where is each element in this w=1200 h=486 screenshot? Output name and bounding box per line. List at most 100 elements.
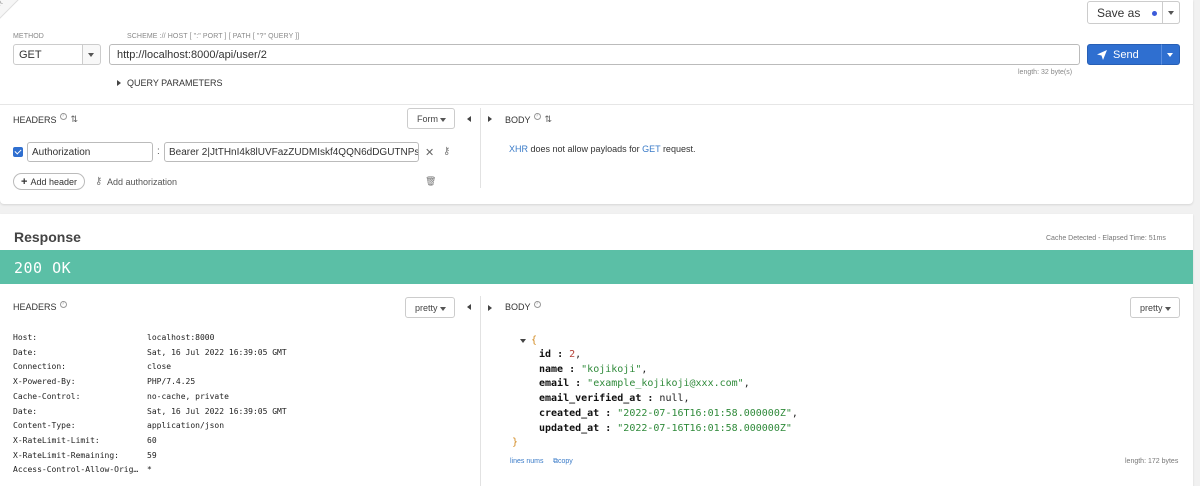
expand-icon[interactable] (488, 305, 492, 311)
help-icon[interactable]: ? (59, 300, 67, 308)
response-headers-format-select[interactable]: pretty (405, 297, 455, 318)
add-header-button[interactable]: + Add header (13, 173, 85, 190)
headers-mode-select[interactable]: Form (407, 108, 455, 129)
method-dropdown[interactable] (82, 44, 101, 65)
query-parameters-label: QUERY PARAMETERS (127, 78, 223, 88)
close-icon[interactable]: ✕ (425, 146, 434, 159)
save-as-dropdown[interactable] (1162, 1, 1180, 24)
response-header-value: 60 (147, 435, 157, 445)
splitter[interactable] (480, 108, 481, 188)
json-separator: : (563, 363, 582, 375)
collapse-json-icon[interactable] (520, 339, 526, 343)
json-comma: , (791, 407, 798, 419)
body-note-end: request. (660, 144, 696, 154)
sort-icon[interactable]: ⇅ (545, 114, 553, 125)
send-dropdown[interactable] (1161, 44, 1180, 65)
corner-ribbon-label: DR (0, 0, 5, 12)
sort-icon[interactable]: ⇅ (71, 114, 79, 125)
json-close-brace: } (512, 437, 519, 448)
status-code: 200 OK (14, 259, 72, 277)
expand-icon[interactable] (488, 116, 492, 122)
copy-button[interactable]: ⧉copy (553, 458, 573, 466)
send-icon (1097, 49, 1107, 60)
help-icon[interactable]: ? (59, 113, 67, 120)
response-header-value: 59 (147, 450, 157, 460)
splitter[interactable] (480, 296, 481, 486)
response-header-value: * (147, 465, 152, 475)
json-comma: , (743, 378, 750, 390)
json-field: email : "example_kojikoji@xxx.com", (539, 378, 750, 389)
body-payload-note: XHR does not allow payloads for GET requ… (509, 144, 695, 154)
json-open-brace: { (531, 335, 538, 346)
json-value: "2022-07-16T16:01:58.000000Z" (617, 407, 792, 419)
json-key: updated_at (539, 422, 600, 434)
request-body-label: BODY (505, 114, 531, 125)
json-key: created_at (539, 407, 600, 419)
line-numbers-toggle[interactable]: lines nums (510, 458, 543, 465)
key-icon: ⚷ (95, 176, 103, 187)
header-value-input[interactable] (164, 142, 419, 162)
request-panel: DR (0, 0, 1193, 204)
request-body-title: BODY ? ⇅ (505, 113, 553, 125)
json-separator: : (551, 349, 570, 360)
trash-icon[interactable]: 🗑 (425, 176, 436, 187)
body-note-text: does not allow payloads for (528, 144, 643, 154)
response-header-name: Connection: (13, 362, 66, 372)
json-separator: : (569, 378, 588, 390)
response-header-value: application/json (147, 421, 225, 431)
header-enabled-checkbox[interactable] (13, 147, 23, 157)
help-icon[interactable]: ? (533, 113, 541, 120)
json-separator: : (599, 422, 618, 434)
response-header-value: Sat, 16 Jul 2022 16:39:05 GMT (147, 406, 287, 416)
send-button[interactable]: Send (1087, 44, 1162, 65)
response-body-format-select[interactable]: pretty (1130, 297, 1180, 318)
url-scheme-label: SCHEME :// HOST [ ":" PORT ] [ PATH [ "?… (127, 33, 300, 40)
json-separator: : (641, 393, 660, 405)
response-header-name: Date: (13, 347, 38, 357)
body-length: length: 172 bytes (1125, 458, 1179, 465)
response-header-name: Cache-Control: (13, 391, 81, 401)
header-name-input[interactable] (27, 142, 153, 162)
json-comma: , (641, 363, 648, 375)
json-field: created_at : "2022-07-16T16:01:58.000000… (539, 408, 798, 419)
response-header-name: Access-Control-Allow-Orig… (13, 465, 139, 475)
response-header-value: close (147, 362, 172, 372)
response-header-name: Host: (13, 333, 38, 342)
query-parameters-toggle[interactable]: QUERY PARAMETERS (117, 78, 223, 88)
response-header-name: Content-Type: (13, 421, 76, 431)
response-body-title: BODY ? (505, 300, 541, 312)
get-link[interactable]: GET (642, 144, 660, 154)
key-icon[interactable]: ⚷ (443, 146, 450, 157)
response-header-value: Sat, 16 Jul 2022 16:39:05 GMT (147, 347, 287, 357)
header-separator: : (157, 146, 160, 157)
xhr-link[interactable]: XHR (509, 144, 528, 154)
url-input[interactable] (109, 44, 1080, 65)
collapse-left-icon[interactable] (467, 116, 471, 122)
add-authorization-link[interactable]: Add authorization (107, 177, 177, 187)
chevron-down-icon (88, 53, 94, 57)
json-field: id : 2, (539, 349, 581, 360)
json-comma: , (575, 349, 582, 360)
chevron-down-icon (440, 307, 446, 311)
json-comma: , (683, 393, 690, 405)
collapse-left-icon[interactable] (467, 304, 471, 310)
response-headers-label: HEADERS (13, 302, 57, 312)
response-header-value: no-cache, private (147, 391, 229, 401)
json-value: "2022-07-16T16:01:58.000000Z" (617, 422, 792, 434)
json-value: "kojikoji" (581, 363, 642, 375)
response-header-name: X-RateLimit-Limit: (13, 435, 100, 445)
json-field: updated_at : "2022-07-16T16:01:58.000000… (539, 423, 792, 434)
corner-ribbon: DR (0, 0, 22, 22)
json-separator: : (599, 407, 618, 419)
json-key: id (539, 349, 552, 360)
request-headers-label: HEADERS (13, 114, 57, 125)
chevron-down-icon (1165, 307, 1171, 311)
send-label: Send (1113, 48, 1139, 61)
headers-mode-label: Form (417, 114, 438, 124)
divider (0, 104, 1193, 105)
help-icon[interactable]: ? (533, 300, 541, 308)
copy-label: copy (558, 458, 573, 465)
method-select[interactable]: GET (13, 44, 83, 65)
json-key: email (539, 378, 570, 390)
chevron-down-icon (440, 118, 446, 122)
